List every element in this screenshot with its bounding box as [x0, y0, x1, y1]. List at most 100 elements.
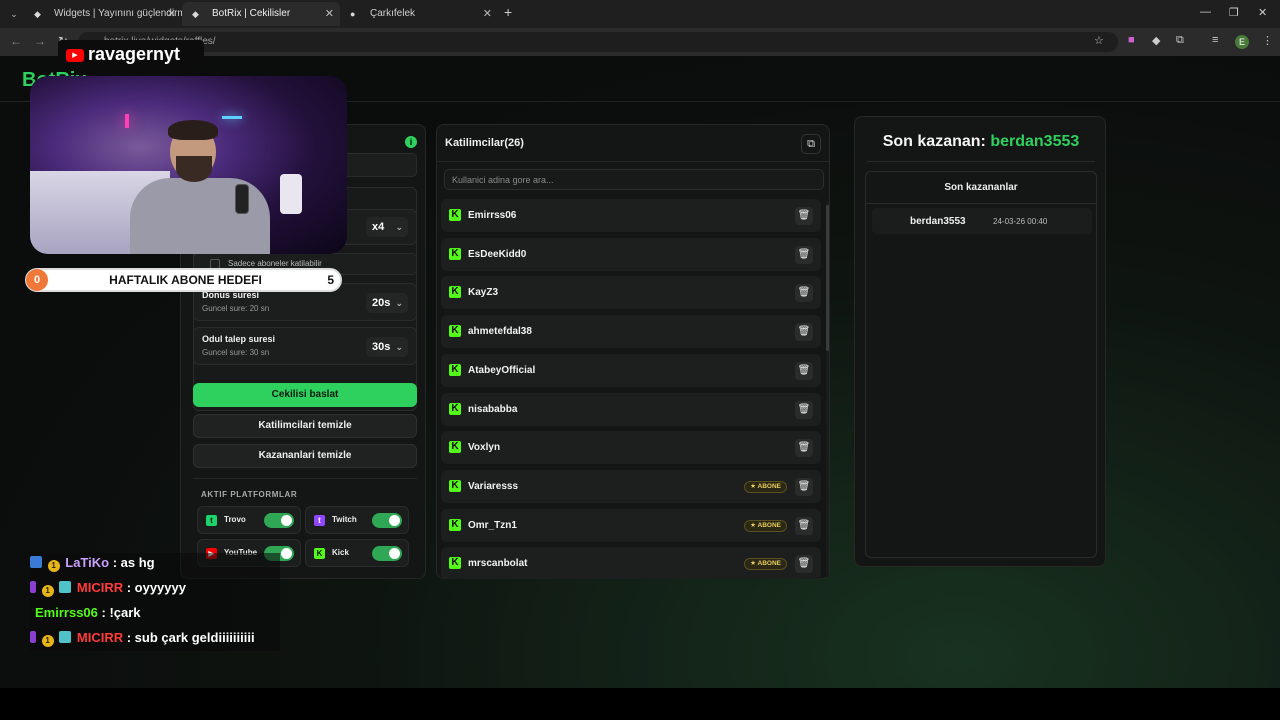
- platform-icon: [30, 631, 36, 643]
- participant-name: Omr_Tzn1: [468, 519, 517, 531]
- sub-goal-title: HAFTALIK ABONE HEDEFI: [109, 273, 262, 287]
- url-field[interactable]: botrix.live/widgets/raffles/: [78, 32, 1118, 52]
- close-tab-icon[interactable]: ✕: [483, 2, 492, 26]
- trash-icon[interactable]: 🗑: [795, 323, 813, 342]
- extension-icon[interactable]: ◆: [1152, 34, 1160, 47]
- kick-toggle[interactable]: [372, 546, 402, 561]
- tab-carkifelek[interactable]: ● Çarkıfelek ✕: [340, 2, 498, 26]
- sub-badge-icon: 1: [41, 635, 54, 647]
- subscriber-badge-label: ABONE: [757, 560, 781, 568]
- bookmark-star-icon[interactable]: ☆: [1094, 34, 1104, 47]
- subscriber-badge: ★ ABONE: [744, 519, 787, 532]
- chat-text: : !çark: [101, 605, 141, 620]
- winner-name: berdan3553: [910, 216, 966, 227]
- clear-winners-button[interactable]: Kazananlari temizle: [193, 444, 417, 468]
- subscriber-badge: ★ ABONE: [744, 480, 787, 493]
- botrix-icon: ◆: [34, 9, 41, 19]
- twitch-toggle[interactable]: [372, 513, 402, 528]
- channel-name: ravagernyt: [88, 44, 181, 64]
- restore-icon[interactable]: ❐: [1229, 6, 1239, 19]
- last-winner-name: berdan3553: [990, 133, 1080, 150]
- close-tab-icon[interactable]: ✕: [325, 2, 334, 26]
- trash-icon[interactable]: 🗑: [795, 477, 813, 496]
- participant-row: K EsDeeKidd0 🗑: [441, 237, 821, 271]
- chat-message: Emirrss06 : !çark: [35, 605, 141, 625]
- kick-icon: K: [449, 325, 461, 338]
- sub-goal-bar: HAFTALIK ABONE HEDEFI 0 5: [25, 268, 342, 292]
- trash-icon[interactable]: 🗑: [795, 284, 813, 303]
- kick-icon: K: [314, 548, 325, 559]
- trash-icon[interactable]: 🗑: [795, 245, 813, 264]
- participant-row: K Voxlyn 🗑: [441, 431, 821, 465]
- claim-duration-select[interactable]: 30s ⌄: [366, 337, 408, 357]
- participant-row: Knisababba 🗑: [441, 392, 821, 426]
- participant-list: K Emirrss06 🗑 K EsDeeKidd0 🗑 K KayZ3 🗑 Kahmetefda…: [441, 199, 821, 579]
- media-control-icon[interactable]: ≡: [1212, 34, 1218, 46]
- back-icon[interactable]: ←: [10, 34, 22, 48]
- start-raffle-button[interactable]: Cekilisi baslat: [193, 383, 417, 407]
- badge-icon: [59, 581, 72, 593]
- clear-participants-button[interactable]: Katilimcilari temizle: [193, 414, 417, 438]
- new-tab-button[interactable]: +: [504, 4, 512, 20]
- participant-name: Variaresss: [468, 480, 519, 492]
- kick-icon: K: [449, 402, 461, 415]
- participant-search-input[interactable]: [444, 169, 824, 190]
- recent-winners-box: Son kazananlar berdan3553 24-03-26 00:40: [865, 171, 1097, 558]
- microphone: [235, 184, 249, 214]
- multiplier-select[interactable]: x4 ⌄: [366, 217, 408, 237]
- last-winner-label: Son kazanan:: [882, 133, 986, 150]
- minimize-icon[interactable]: —: [1200, 6, 1211, 18]
- participant-row: K AtabeyOfficial 🗑: [441, 353, 821, 387]
- trash-icon[interactable]: 🗑: [795, 439, 813, 458]
- trash-icon[interactable]: 🗑: [795, 207, 813, 225]
- platform-name: Twitch: [332, 515, 357, 524]
- profile-avatar[interactable]: E: [1235, 35, 1249, 49]
- sub-goal-current: 0: [26, 269, 48, 291]
- extensions-puzzle-icon[interactable]: ⧉: [1176, 34, 1184, 47]
- spin-duration-select[interactable]: 20s ⌄: [366, 293, 408, 313]
- streamer-hair: [168, 120, 218, 140]
- spin-duration-current: Guncel sure: 20 sn: [202, 304, 270, 313]
- trash-icon[interactable]: 🗑: [795, 516, 813, 535]
- participants-panel: Katilimcilar(26) ⧉ K Emirrss06 🗑 K EsDeeKidd…: [436, 124, 830, 579]
- trash-icon[interactable]: 🗑: [795, 555, 813, 574]
- trovo-icon: t: [206, 515, 217, 526]
- platform-kick: K Kick: [305, 539, 409, 567]
- botrix-icon: ◆: [192, 9, 199, 19]
- divider: [437, 161, 829, 162]
- participants-title: Katilimcilar(26): [445, 137, 524, 149]
- tab-widgets[interactable]: ◆ Widgets | Yayınını güçlendirme ✕: [24, 2, 182, 26]
- lamp: [280, 174, 302, 214]
- kick-icon: K: [449, 363, 461, 376]
- trash-icon[interactable]: 🗑: [795, 400, 813, 419]
- youtube-icon: ▶: [66, 49, 84, 62]
- sub-goal-target: 5: [327, 273, 334, 287]
- platform-icon: [30, 581, 36, 593]
- close-tab-icon[interactable]: ✕: [167, 2, 176, 26]
- extension-icon[interactable]: ■: [1128, 34, 1135, 46]
- copy-icon[interactable]: ⧉: [801, 134, 821, 154]
- info-icon[interactable]: i: [405, 136, 417, 148]
- chat-message: 1 MICIRR : oyyyyyy: [30, 580, 186, 600]
- tab-search-icon[interactable]: ⌄: [6, 6, 22, 22]
- trovo-toggle[interactable]: [264, 513, 294, 528]
- trash-icon[interactable]: 🗑: [795, 361, 813, 380]
- kick-icon: K: [449, 518, 461, 531]
- kick-icon: K: [449, 286, 461, 299]
- subscriber-badge: ★ ABONE: [744, 558, 787, 571]
- browser-menu-icon[interactable]: ⋮: [1262, 34, 1273, 47]
- kick-icon: K: [449, 479, 461, 492]
- tab-botrix-raffles[interactable]: ◆ BotRix | Cekilisler ✕: [182, 2, 340, 26]
- chat-message: 1 LaTiKo : as hg: [30, 555, 155, 575]
- streamer-beard: [176, 156, 212, 182]
- participant-name: AtabeyOfficial: [468, 364, 536, 376]
- forward-icon[interactable]: →: [34, 34, 46, 48]
- participant-row: K Variaresss ★ ABONE 🗑: [441, 469, 821, 503]
- chat-text: : oyyyyyy: [126, 580, 186, 595]
- close-window-icon[interactable]: ✕: [1258, 6, 1267, 19]
- participant-row: K Omr_Tzn1 ★ ABONE 🗑: [441, 508, 821, 542]
- platforms-title: AKTIF PLATFORMLAR: [201, 490, 298, 499]
- recent-winners-title: Son kazananlar: [944, 182, 1018, 193]
- scrollbar-thumb[interactable]: [826, 205, 829, 351]
- neon-light: [222, 116, 242, 119]
